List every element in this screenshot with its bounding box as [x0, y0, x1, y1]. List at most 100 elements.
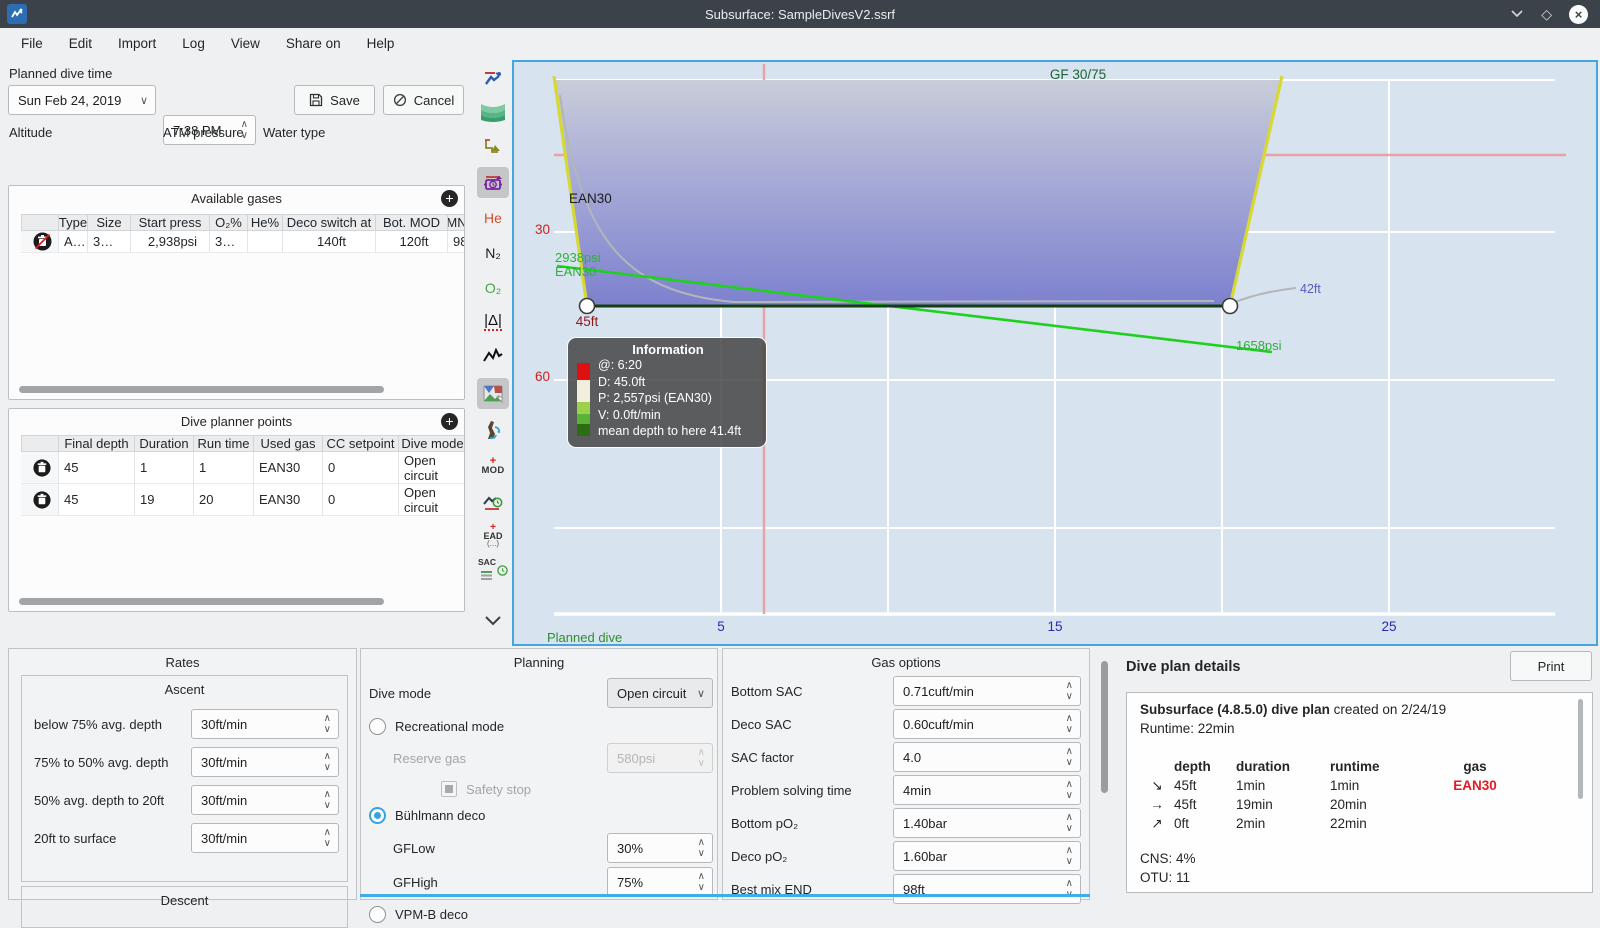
delete-point-cell[interactable]	[21, 452, 59, 484]
profile-steps-icon	[485, 138, 500, 153]
planning-panel: Planning Dive mode Open circuit ∨ Recreat…	[360, 648, 718, 923]
descent-title: Descent	[160, 893, 209, 908]
gas-he[interactable]	[248, 231, 283, 253]
oxygen-toggle-button[interactable]: O₂	[477, 272, 509, 303]
profile-handle[interactable]	[1221, 297, 1239, 315]
menu-view[interactable]: View	[218, 36, 273, 51]
deco-sac-spinbox[interactable]: 0.60cuft/min ∧ ∨	[893, 709, 1081, 739]
menu-edit[interactable]: Edit	[56, 36, 105, 51]
plan-segment-row: ↗ 0ft 2min 22min	[1140, 814, 1576, 833]
helium-toggle-button[interactable]: He	[477, 202, 509, 233]
ceiling-toggle-button[interactable]	[477, 414, 509, 445]
oxygen-icon: O₂	[484, 279, 502, 296]
gas-mnd[interactable]: 98f	[448, 231, 464, 253]
col-final-depth[interactable]: Final depth	[59, 435, 135, 452]
delete-gas-cell[interactable]	[21, 231, 59, 253]
menu-file[interactable]: File	[8, 36, 56, 51]
dive-planner-points-panel: Dive planner points + Final depth Durati…	[8, 408, 465, 612]
ascent-rate-spinbox-4[interactable]: 30ft/min ∧ ∨	[191, 823, 339, 853]
recreational-mode-radio[interactable]: Recreational mode	[369, 718, 717, 735]
close-icon[interactable]: ×	[1569, 4, 1588, 24]
profile-handle[interactable]	[578, 297, 596, 315]
delete-point-cell[interactable]	[21, 484, 59, 516]
mod-toggle-button[interactable]: + MOD	[477, 450, 509, 481]
bottom-vertical-scrollbar[interactable]	[1101, 661, 1108, 793]
ead-toggle-button[interactable]: + EAD (...)	[477, 520, 509, 551]
photos-toggle-button[interactable]	[477, 378, 509, 409]
planner-point-row[interactable]: 45 19 20 EAN30 0 Open circuit	[21, 484, 464, 516]
sac-factor-spinbox[interactable]: 4.0 ∧ ∨	[893, 742, 1081, 772]
rates-panel: Rates Ascent below 75% avg. depth 30ft/m…	[8, 648, 357, 928]
time-tick-5: 5	[717, 619, 725, 634]
dive-mode-combobox[interactable]: Open circuit ∨	[607, 678, 713, 708]
maximize-icon[interactable]: ◇	[1541, 6, 1552, 23]
window-title: Subsurface: SampleDivesV2.ssrf	[704, 6, 896, 22]
heartrate-toggle-button[interactable]	[477, 341, 509, 372]
gas-deco-switch[interactable]: 140ft	[283, 231, 376, 253]
col-size[interactable]: Size	[88, 214, 131, 231]
details-scrollbar[interactable]	[1578, 699, 1583, 799]
diver-toggle-button[interactable]	[477, 63, 509, 94]
buhlmann-deco-radio[interactable]: Bühlmann deco	[369, 807, 717, 824]
tooltip-pressure: P: 2,557psi (EAN30)	[598, 391, 712, 405]
toolbar-scroll-down-button[interactable]	[477, 605, 509, 636]
bottom-sac-spinbox[interactable]: 0.71cuft/min ∧ ∨	[893, 676, 1081, 706]
col-start-press[interactable]: Start press	[131, 214, 210, 231]
gases-horizontal-scrollbar[interactable]	[19, 386, 384, 393]
menu-help[interactable]: Help	[354, 36, 408, 51]
gas-row[interactable]: A… 3… 2,938psi 3… 140ft 120ft 98f	[21, 231, 464, 253]
col-dive-mode[interactable]: Dive mode	[399, 435, 464, 452]
menu-log[interactable]: Log	[169, 36, 218, 51]
problem-solving-time-spinbox[interactable]: 4min ∧ ∨	[893, 775, 1081, 805]
ascent-rate-spinbox-3[interactable]: 30ft/min ∧ ∨	[191, 785, 339, 815]
deco-po2-spinbox[interactable]: 1.60bar ∧ ∨	[893, 841, 1081, 871]
sac-toggle-button[interactable]: SAC	[477, 555, 509, 586]
dive-plan-details-box[interactable]: Subsurface (4.8.5.0) dive plan created o…	[1126, 692, 1593, 893]
cancel-button[interactable]: Cancel	[383, 85, 464, 115]
col-o2[interactable]: O₂%	[210, 214, 248, 231]
tissue-delta-button[interactable]: |Δ|	[477, 306, 509, 337]
col-used-gas[interactable]: Used gas	[254, 435, 323, 452]
gas-size[interactable]: 3…	[88, 231, 131, 253]
rate-label: 75% to 50% avg. depth	[34, 754, 169, 770]
pressure-gas-label: EAN30	[555, 264, 596, 279]
information-tooltip[interactable]: Information @: 6:20 D: 45.0ft P: 2,557ps…	[567, 337, 767, 448]
menu-share-on[interactable]: Share on	[273, 36, 354, 51]
minimize-icon[interactable]	[1510, 5, 1524, 23]
chevron-down-icon	[485, 615, 501, 625]
gflow-spinbox[interactable]: 30% ∧ ∨	[607, 833, 713, 863]
profile-steps-button[interactable]	[477, 131, 509, 162]
planner-point-row[interactable]: 45 1 1 EAN30 0 Open circuit	[21, 452, 464, 484]
dive-profile-chart[interactable]: GF 30/75 EAN30 30 60 2938psi EAN30 45ft …	[512, 60, 1598, 646]
water-gradient-button[interactable]	[477, 96, 509, 127]
bottom-po2-spinbox[interactable]: 1.40bar ∧ ∨	[893, 808, 1081, 838]
col-mnd[interactable]: MN	[448, 214, 464, 231]
tooltip-velocity: V: 0.0ft/min	[598, 407, 661, 422]
save-button[interactable]: Save	[294, 85, 375, 115]
gfhigh-spinbox[interactable]: 75% ∧ ∨	[607, 867, 713, 897]
vpmb-deco-radio[interactable]: VPM-B deco	[369, 906, 717, 923]
menu-import[interactable]: Import	[105, 36, 169, 51]
ascent-rate-spinbox-1[interactable]: 30ft/min ∧ ∨	[191, 709, 339, 739]
print-button[interactable]: Print	[1510, 651, 1592, 681]
add-point-button[interactable]: +	[441, 413, 458, 430]
gas-start-press[interactable]: 2,938psi	[131, 231, 210, 253]
col-cc-setpoint[interactable]: CC setpoint	[323, 435, 399, 452]
col-duration[interactable]: Duration	[135, 435, 194, 452]
setpoint-clock-button[interactable]	[477, 167, 509, 198]
dive-planner-points-title: Dive planner points +	[9, 409, 464, 436]
gas-bot-mod[interactable]: 120ft	[376, 231, 448, 253]
add-gas-button[interactable]: +	[441, 190, 458, 207]
dive-date-combobox[interactable]: Sun Feb 24, 2019 ∨	[8, 85, 156, 115]
col-bot-mod[interactable]: Bot. MOD	[376, 214, 448, 231]
gas-type[interactable]: A…	[59, 231, 88, 253]
points-horizontal-scrollbar[interactable]	[19, 598, 384, 605]
col-run-time[interactable]: Run time	[194, 435, 254, 452]
col-type[interactable]: Type	[59, 214, 88, 231]
gas-o2[interactable]: 3…	[210, 231, 248, 253]
ndl-toggle-button[interactable]	[477, 485, 509, 516]
nitrogen-toggle-button[interactable]: N₂	[477, 237, 509, 268]
ascent-rate-spinbox-2[interactable]: 30ft/min ∧ ∨	[191, 747, 339, 777]
col-deco-switch[interactable]: Deco switch at	[283, 214, 376, 231]
col-he[interactable]: He%	[248, 214, 283, 231]
